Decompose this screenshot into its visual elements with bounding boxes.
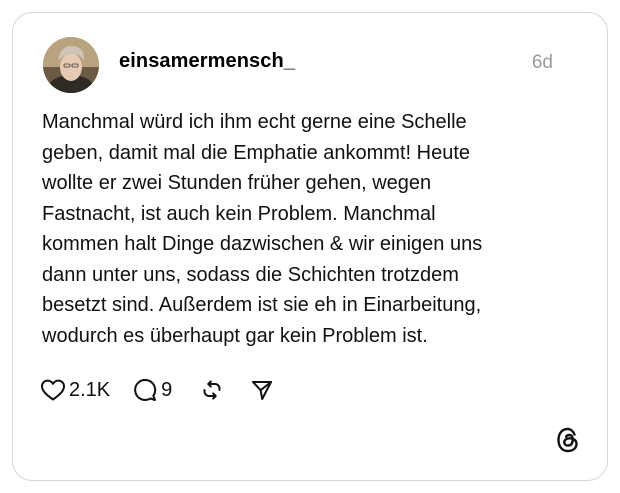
post-text-line: kommen halt Dinge dazwischen & wir einig… xyxy=(42,233,483,255)
avatar-image xyxy=(43,37,99,93)
post-text-line: wodurch es überhaupt gar kein Problem is… xyxy=(42,324,428,347)
repost-icon xyxy=(203,380,221,400)
action-bar: 2.1K 9 xyxy=(40,375,274,405)
avatar[interactable] xyxy=(43,37,99,93)
like-count: 2.1K xyxy=(69,378,111,401)
username[interactable]: einsamermensch_ xyxy=(119,50,295,73)
threads-logo-icon-svg xyxy=(557,427,578,453)
repost-button[interactable] xyxy=(200,378,224,402)
post-timestamp: 6d xyxy=(531,52,553,73)
heart-icon xyxy=(41,379,65,401)
post-text-line: besetzt sind. Außerdem ist sie eh in Ein… xyxy=(42,294,482,316)
post-text-line: Fastnacht, ist auch kein Problem. Manchm… xyxy=(42,202,436,225)
post-text-line: dann unter uns, sodass die Schichten tro… xyxy=(42,263,459,286)
post-text-line: wollte er zwei Stunden früher gehen, weg… xyxy=(42,172,432,194)
post-text: Manchmal würd ich ihm echt gerne eine Sc… xyxy=(42,107,572,351)
share-button[interactable] xyxy=(250,378,274,402)
like-button[interactable]: 2.1K xyxy=(40,378,110,402)
comment-icon xyxy=(134,379,157,401)
post-text-line: geben, damit mal die Emphatie ankommt! H… xyxy=(42,141,470,164)
post-card: einsamermensch_ 6d Manchmal würd ich ihm… xyxy=(12,12,608,481)
threads-logo-icon[interactable] xyxy=(555,426,581,454)
reply-count: 9 xyxy=(161,378,173,401)
post-text-line: Manchmal würd ich ihm echt gerne eine Sc… xyxy=(42,111,467,133)
reply-button[interactable]: 9 xyxy=(132,377,172,403)
share-icon xyxy=(252,381,273,400)
